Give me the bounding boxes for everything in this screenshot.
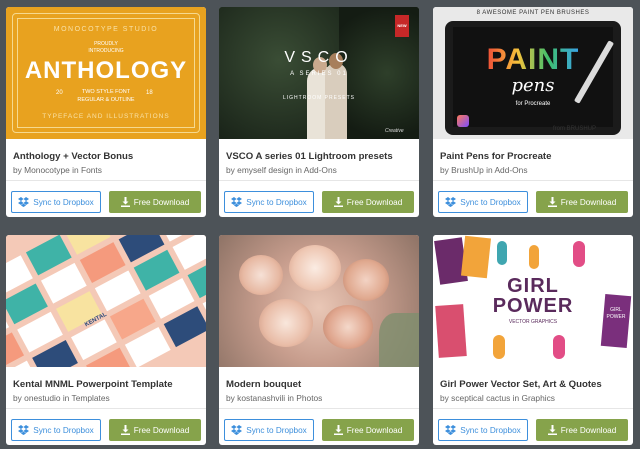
- preview-headline: ANTHOLOGY: [24, 57, 188, 84]
- download-button-label: Free Download: [560, 197, 617, 207]
- card-divider: [219, 180, 419, 181]
- download-icon: [333, 425, 343, 435]
- preview-top-text: MONOCOTYPE STUDIO: [53, 26, 159, 33]
- product-byline: by onestudio in Templates: [13, 393, 110, 403]
- product-card-anthology[interactable]: MONOCOTYPE STUDIO PROUDLY INTRODUCING AN…: [6, 7, 206, 217]
- dropbox-icon: [445, 197, 457, 207]
- product-title[interactable]: Girl Power Vector Set, Art & Quotes: [440, 379, 602, 390]
- dropbox-icon: [18, 197, 30, 207]
- card-divider: [6, 408, 206, 409]
- free-download-button[interactable]: Free Download: [322, 191, 414, 213]
- preview-headline: VSCO: [284, 49, 354, 66]
- preview-quote: GIRL POWER: [606, 307, 626, 320]
- product-thumbnail[interactable]: 8 AWESOME PAINT PEN BRUSHES PAINT pens f…: [433, 7, 633, 139]
- product-card-girl-power[interactable]: GIRL POWER VECTOR GRAPHICS GIRL POWER Gi…: [433, 235, 633, 445]
- download-icon: [120, 197, 130, 207]
- download-icon: [120, 425, 130, 435]
- preview-headline-text: PAINT: [486, 43, 580, 76]
- preview-caption: LIGHTROOM PRESETS: [282, 95, 355, 101]
- sync-to-dropbox-button[interactable]: Sync to Dropbox: [11, 191, 101, 213]
- sync-to-dropbox-button[interactable]: Sync to Dropbox: [11, 419, 101, 441]
- preview-subtitle: A SERIES 01: [290, 71, 348, 77]
- card-divider: [219, 408, 419, 409]
- sync-to-dropbox-button[interactable]: Sync to Dropbox: [438, 191, 528, 213]
- preview-caption: for Procreate: [515, 101, 551, 107]
- free-download-button[interactable]: Free Download: [536, 191, 628, 213]
- sync-to-dropbox-button[interactable]: Sync to Dropbox: [438, 419, 528, 441]
- product-thumbnail[interactable]: MONOCOTYPE STUDIO PROUDLY INTRODUCING AN…: [6, 7, 206, 139]
- free-download-button[interactable]: Free Download: [536, 419, 628, 441]
- free-download-button[interactable]: Free Download: [322, 419, 414, 441]
- download-icon: [333, 197, 343, 207]
- preview-signature: Creative: [385, 128, 404, 134]
- sync-to-dropbox-button[interactable]: Sync to Dropbox: [224, 191, 314, 213]
- download-button-label: Free Download: [560, 425, 617, 435]
- preview-credit: from BRUSHUP: [553, 126, 597, 132]
- download-icon: [547, 197, 557, 207]
- preview-line-2: POWER: [492, 295, 574, 317]
- sync-button-label: Sync to Dropbox: [33, 425, 94, 435]
- product-card-vsco[interactable]: NEW VSCO A SERIES 01 LIGHTROOM PRESETS C…: [219, 7, 419, 217]
- dropbox-icon: [231, 425, 243, 435]
- product-title[interactable]: Paint Pens for Procreate: [440, 151, 551, 162]
- preview-badge: NEW: [397, 23, 407, 28]
- preview-banner: 8 AWESOME PAINT PEN BRUSHES: [476, 10, 590, 16]
- dropbox-icon: [445, 425, 457, 435]
- product-title[interactable]: Modern bouquet: [226, 379, 301, 390]
- card-divider: [6, 180, 206, 181]
- dropbox-icon: [231, 197, 243, 207]
- download-button-label: Free Download: [133, 425, 190, 435]
- download-button-label: Free Download: [346, 425, 403, 435]
- product-thumbnail[interactable]: GIRL POWER VECTOR GRAPHICS GIRL POWER: [433, 235, 633, 367]
- download-button-label: Free Download: [346, 197, 403, 207]
- product-card-modern-bouquet[interactable]: Modern bouquet by kostanashvili in Photo…: [219, 235, 419, 445]
- product-thumbnail[interactable]: [219, 235, 419, 367]
- product-byline: by BrushUp in Add-Ons: [440, 165, 528, 175]
- dropbox-icon: [18, 425, 30, 435]
- preview-script: pens: [511, 75, 555, 96]
- product-title[interactable]: Kental MNML Powerpoint Template: [13, 379, 173, 390]
- card-divider: [433, 180, 633, 181]
- product-byline: by sceptical cactus in Graphics: [440, 393, 555, 403]
- download-button-label: Free Download: [133, 197, 190, 207]
- sync-button-label: Sync to Dropbox: [460, 197, 521, 207]
- product-title[interactable]: Anthology + Vector Bonus: [13, 151, 133, 162]
- sync-button-label: Sync to Dropbox: [460, 425, 521, 435]
- card-divider: [433, 408, 633, 409]
- free-download-button[interactable]: Free Download: [109, 191, 201, 213]
- download-icon: [547, 425, 557, 435]
- free-download-button[interactable]: Free Download: [109, 419, 201, 441]
- product-thumbnail[interactable]: KENTAL: [6, 235, 206, 367]
- preview-caption: VECTOR GRAPHICS: [508, 319, 558, 325]
- preview-proudly: PROUDLY: [94, 41, 118, 47]
- product-byline: by emyself design in Add-Ons: [226, 165, 337, 175]
- sync-button-label: Sync to Dropbox: [246, 425, 307, 435]
- product-title[interactable]: VSCO A series 01 Lightroom presets: [226, 151, 393, 162]
- product-card-kental[interactable]: KENTAL Kental MNML Powerpoint Template b…: [6, 235, 206, 445]
- product-card-paint-pens[interactable]: 8 AWESOME PAINT PEN BRUSHES PAINT pens f…: [433, 7, 633, 217]
- product-thumbnail[interactable]: NEW VSCO A SERIES 01 LIGHTROOM PRESETS C…: [219, 7, 419, 139]
- product-byline: by Monocotype in Fonts: [13, 165, 102, 175]
- preview-tagline-2: REGULAR & OUTLINE: [77, 97, 135, 103]
- preview-introducing: INTRODUCING: [88, 48, 124, 54]
- sync-to-dropbox-button[interactable]: Sync to Dropbox: [224, 419, 314, 441]
- product-byline: by kostanashvili in Photos: [226, 393, 323, 403]
- preview-bottom-text: TYPEFACE AND ILLUSTRATIONS: [42, 113, 170, 120]
- sync-button-label: Sync to Dropbox: [33, 197, 94, 207]
- preview-tagline-1: TWO STYLE FONT: [81, 89, 131, 95]
- sync-button-label: Sync to Dropbox: [246, 197, 307, 207]
